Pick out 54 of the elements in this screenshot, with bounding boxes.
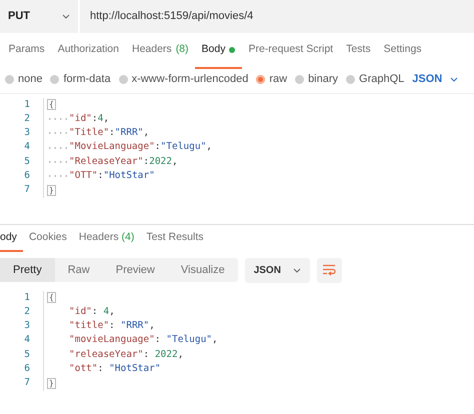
- request-tab[interactable]: Authorization: [51, 33, 126, 69]
- url-field[interactable]: http://localhost:5159/api/movies/4: [80, 0, 474, 33]
- body-type-radio[interactable]: raw: [256, 71, 288, 88]
- request-tab[interactable]: Headers (8): [125, 33, 196, 69]
- caret-icon: [62, 14, 70, 19]
- code-line: "Title":"RRR",: [47, 126, 150, 140]
- line-number: 5: [23, 348, 30, 362]
- line-number: 2: [23, 112, 30, 126]
- code-line: "id":4,: [47, 112, 110, 126]
- format-dropdown[interactable]: JSON: [412, 71, 458, 88]
- line-number: 7: [23, 376, 30, 390]
- body-type-radio[interactable]: none: [5, 71, 42, 88]
- format-dropdown[interactable]: JSON: [244, 258, 310, 283]
- line-number: 6: [23, 362, 30, 376]
- line-number: 1: [23, 290, 30, 305]
- line-number: 7: [23, 183, 30, 198]
- response-tab[interactable]: Test Results: [140, 226, 210, 252]
- wrap-lines-button[interactable]: [316, 258, 342, 283]
- line-number: 3: [23, 126, 30, 140]
- line-number: 1: [23, 98, 30, 112]
- response-tab[interactable]: Cookies: [22, 226, 73, 252]
- caret-icon: [450, 76, 458, 82]
- line-number: 4: [23, 333, 30, 348]
- code-line: "movieLanguage": "Telugu",: [68, 333, 218, 348]
- code-line: "title": "RRR",: [68, 319, 155, 334]
- view-tab[interactable]: Visualize: [168, 258, 238, 282]
- caret-icon: [292, 268, 301, 273]
- body-type-radio[interactable]: x-www-form-urlencoded: [118, 71, 248, 88]
- wrap-lines-icon: [322, 264, 336, 276]
- request-tab[interactable]: Tests: [340, 33, 378, 69]
- view-tab[interactable]: Pretty: [0, 258, 55, 282]
- code-line: "id": 4,: [68, 304, 115, 319]
- line-number: 2: [23, 304, 30, 319]
- line-number: 6: [23, 169, 30, 183]
- request-tab[interactable]: Settings: [377, 33, 428, 69]
- view-tab[interactable]: Preview: [102, 258, 168, 282]
- code-line: "ott": "HotStar": [68, 362, 161, 376]
- request-tab[interactable]: Params: [2, 33, 52, 69]
- response-tab[interactable]: ody: [0, 226, 23, 252]
- body-type-radio[interactable]: form-data: [50, 71, 111, 88]
- line-number: 3: [23, 319, 30, 334]
- code-line: "OTT":"HotStar": [47, 169, 155, 184]
- method-dropdown[interactable]: PUT: [0, 0, 80, 33]
- view-tab[interactable]: Raw: [54, 258, 103, 282]
- body-type-radio[interactable]: binary: [295, 71, 338, 88]
- request-tab[interactable]: Pre-request Script: [242, 33, 340, 69]
- code-line: "MovieLanguage":"Telugu",: [47, 140, 212, 155]
- response-tab[interactable]: Headers (4): [72, 226, 140, 252]
- request-tab[interactable]: Body: [195, 33, 242, 69]
- code-line: "releaseYear": 2022,: [68, 348, 184, 362]
- code-line: "ReleaseYear":2022,: [47, 154, 178, 169]
- line-number: 4: [23, 140, 30, 154]
- body-type-radio[interactable]: GraphQL: [346, 71, 404, 88]
- line-number: 5: [23, 154, 30, 169]
